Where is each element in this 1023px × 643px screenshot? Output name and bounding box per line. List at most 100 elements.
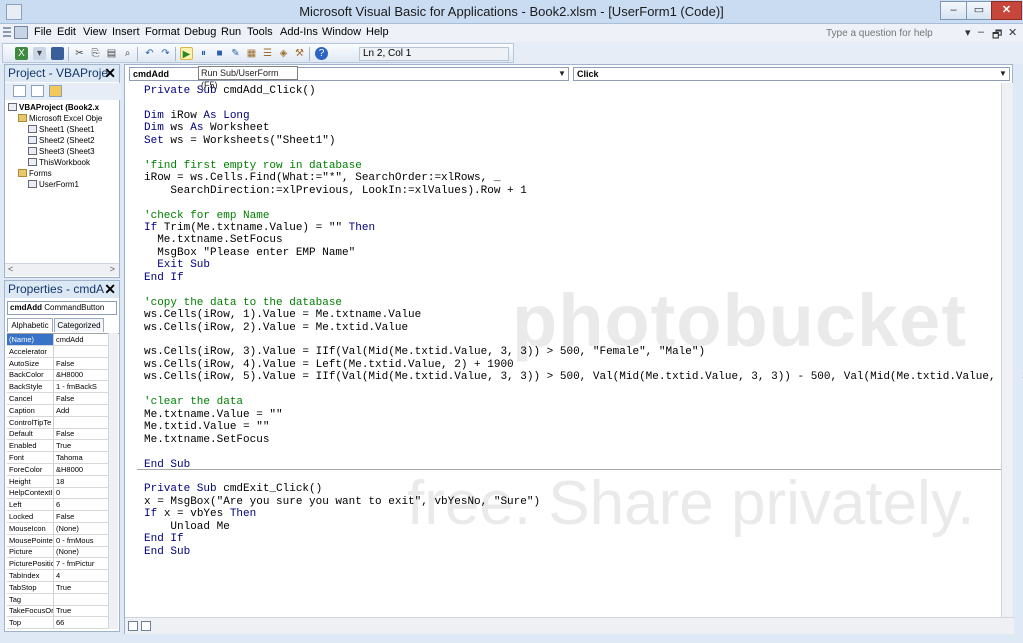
- scroll-right-icon[interactable]: >: [110, 264, 115, 274]
- property-row[interactable]: PicturePositic 7 - fmPictur: [7, 558, 108, 571]
- property-value[interactable]: 0: [55, 487, 108, 498]
- full-module-view-button[interactable]: [141, 621, 151, 631]
- code-line[interactable]: If Trim(Me.txtname.Value) = "" Then: [144, 222, 375, 234]
- menubar-grip[interactable]: [3, 27, 11, 39]
- code-line[interactable]: Private Sub cmdAdd_Click(): [144, 85, 316, 97]
- property-value[interactable]: (None): [55, 523, 108, 534]
- object-combo[interactable]: cmdAdd ▼: [129, 67, 569, 81]
- tree-item[interactable]: UserForm1: [28, 180, 79, 189]
- help-icon[interactable]: ?: [315, 47, 328, 60]
- code-line[interactable]: SearchDirection:=xlPrevious, LookIn:=xlV…: [144, 185, 526, 197]
- properties-vscrollbar[interactable]: [108, 333, 118, 629]
- property-value[interactable]: False: [55, 393, 108, 404]
- tab-alphabetic[interactable]: Alphabetic: [7, 318, 53, 332]
- code-editor[interactable]: photobucket free. Share privately. Priva…: [137, 83, 1023, 617]
- code-line[interactable]: 'check for emp Name: [144, 210, 269, 222]
- excel-view-icon[interactable]: X: [15, 47, 28, 60]
- copy-icon[interactable]: ⎘: [89, 47, 102, 60]
- property-row[interactable]: TabIndex 4: [7, 570, 108, 582]
- code-line[interactable]: Me.txtid.Value = "": [144, 421, 269, 433]
- code-line[interactable]: MsgBox "Please enter EMP Name": [144, 247, 355, 259]
- property-value[interactable]: Tahoma: [55, 452, 108, 463]
- insert-userform-icon[interactable]: ▾: [33, 47, 46, 60]
- code-line[interactable]: Exit Sub: [144, 259, 210, 271]
- property-row[interactable]: Accelerator: [7, 345, 108, 358]
- property-value[interactable]: 7 - fmPictur: [55, 558, 108, 569]
- code-line[interactable]: ws.Cells(iRow, 2).Value = Me.txtid.Value: [144, 322, 408, 334]
- code-line[interactable]: Me.txtname.SetFocus: [144, 434, 269, 446]
- property-row[interactable]: Cancel False: [7, 393, 108, 405]
- property-value[interactable]: 18: [55, 476, 108, 487]
- code-line[interactable]: End If: [144, 272, 184, 284]
- undo-icon[interactable]: ↶: [143, 47, 156, 60]
- property-value[interactable]: Add: [55, 405, 108, 416]
- design-mode-icon[interactable]: ✎: [229, 47, 242, 60]
- code-window-icon[interactable]: [14, 26, 28, 39]
- redo-icon[interactable]: ↷: [159, 47, 172, 60]
- property-value[interactable]: cmdAdd: [55, 334, 108, 345]
- menu-help[interactable]: Help: [366, 26, 389, 38]
- property-value[interactable]: 6: [55, 499, 108, 510]
- property-value[interactable]: False: [55, 358, 108, 369]
- menu-edit[interactable]: Edit: [57, 26, 76, 38]
- property-value[interactable]: 4: [55, 570, 108, 581]
- save-icon[interactable]: [51, 47, 64, 60]
- menu-run[interactable]: Run: [221, 26, 241, 38]
- property-row[interactable]: HelpContextI 0: [7, 487, 108, 500]
- property-row[interactable]: (Name) cmdAdd: [7, 334, 108, 346]
- property-value[interactable]: (None): [55, 546, 108, 557]
- object-combo-arrow-icon[interactable]: ▼: [557, 68, 567, 80]
- mdi-minimize-button[interactable]: –: [978, 26, 984, 38]
- properties-window-icon[interactable]: ☰: [261, 47, 274, 60]
- menu-insert[interactable]: Insert: [112, 26, 140, 38]
- property-row[interactable]: Font Tahoma: [7, 452, 108, 464]
- property-row[interactable]: BackColor &H8000: [7, 369, 108, 382]
- toggle-folders-button[interactable]: [49, 85, 62, 97]
- property-row[interactable]: Tag: [7, 593, 108, 606]
- code-line[interactable]: 'find first empty row in database: [144, 160, 362, 172]
- property-row[interactable]: Enabled True: [7, 440, 108, 453]
- tree-item[interactable]: Microsoft Excel Obje: [18, 114, 102, 123]
- help-search-input[interactable]: [826, 26, 974, 41]
- menu-file[interactable]: File: [34, 26, 52, 38]
- code-line[interactable]: Set ws = Worksheets("Sheet1"): [144, 135, 335, 147]
- tree-item[interactable]: Forms: [18, 169, 52, 178]
- property-row[interactable]: Height 18: [7, 475, 108, 488]
- property-row[interactable]: Left 6: [7, 499, 108, 512]
- code-line[interactable]: 'copy the data to the database: [144, 297, 342, 309]
- properties-object-select[interactable]: cmdAdd CommandButton: [7, 301, 117, 315]
- break-icon[interactable]: ⏸: [197, 47, 210, 60]
- scroll-left-icon[interactable]: <: [8, 264, 13, 274]
- property-value[interactable]: True: [55, 440, 108, 451]
- property-value[interactable]: 0 - fmMous: [55, 535, 108, 546]
- property-row[interactable]: ForeColor &H8000: [7, 463, 108, 476]
- property-row[interactable]: TakeFocusOr True: [7, 605, 108, 618]
- property-value[interactable]: &H8000: [55, 369, 108, 380]
- code-line[interactable]: 'clear the data: [144, 396, 243, 408]
- tree-item[interactable]: Sheet1 (Sheet1: [28, 125, 95, 134]
- menu-window[interactable]: Window: [322, 26, 361, 38]
- tree-item[interactable]: ThisWorkbook: [28, 158, 90, 167]
- paste-icon[interactable]: ▤: [105, 47, 118, 60]
- property-value[interactable]: [55, 594, 108, 605]
- view-code-button[interactable]: [13, 85, 26, 97]
- property-value[interactable]: 1 - fmBackS: [55, 381, 108, 392]
- code-line[interactable]: End Sub: [144, 546, 190, 558]
- property-value[interactable]: False: [55, 428, 108, 439]
- menu-tools[interactable]: Tools: [247, 26, 273, 38]
- property-row[interactable]: ControlTipTe: [7, 416, 108, 429]
- tree-item[interactable]: VBAProject (Book2.x: [8, 103, 99, 112]
- property-row[interactable]: Caption Add: [7, 404, 108, 417]
- property-value[interactable]: True: [55, 582, 108, 593]
- view-object-button[interactable]: [31, 85, 44, 97]
- menu-format[interactable]: Format: [145, 26, 180, 38]
- close-button[interactable]: ✕: [991, 1, 1022, 20]
- code-line[interactable]: Dim ws As Worksheet: [144, 122, 269, 134]
- run-icon[interactable]: ▶: [180, 47, 193, 60]
- properties-panel-close-icon[interactable]: ✕: [104, 281, 116, 298]
- property-value[interactable]: [55, 417, 108, 428]
- mdi-close-button[interactable]: ✕: [1008, 26, 1017, 39]
- code-line[interactable]: Me.txtname.SetFocus: [144, 234, 282, 246]
- cut-icon[interactable]: ✂: [73, 47, 86, 60]
- help-dropdown-icon[interactable]: ▾: [965, 26, 971, 39]
